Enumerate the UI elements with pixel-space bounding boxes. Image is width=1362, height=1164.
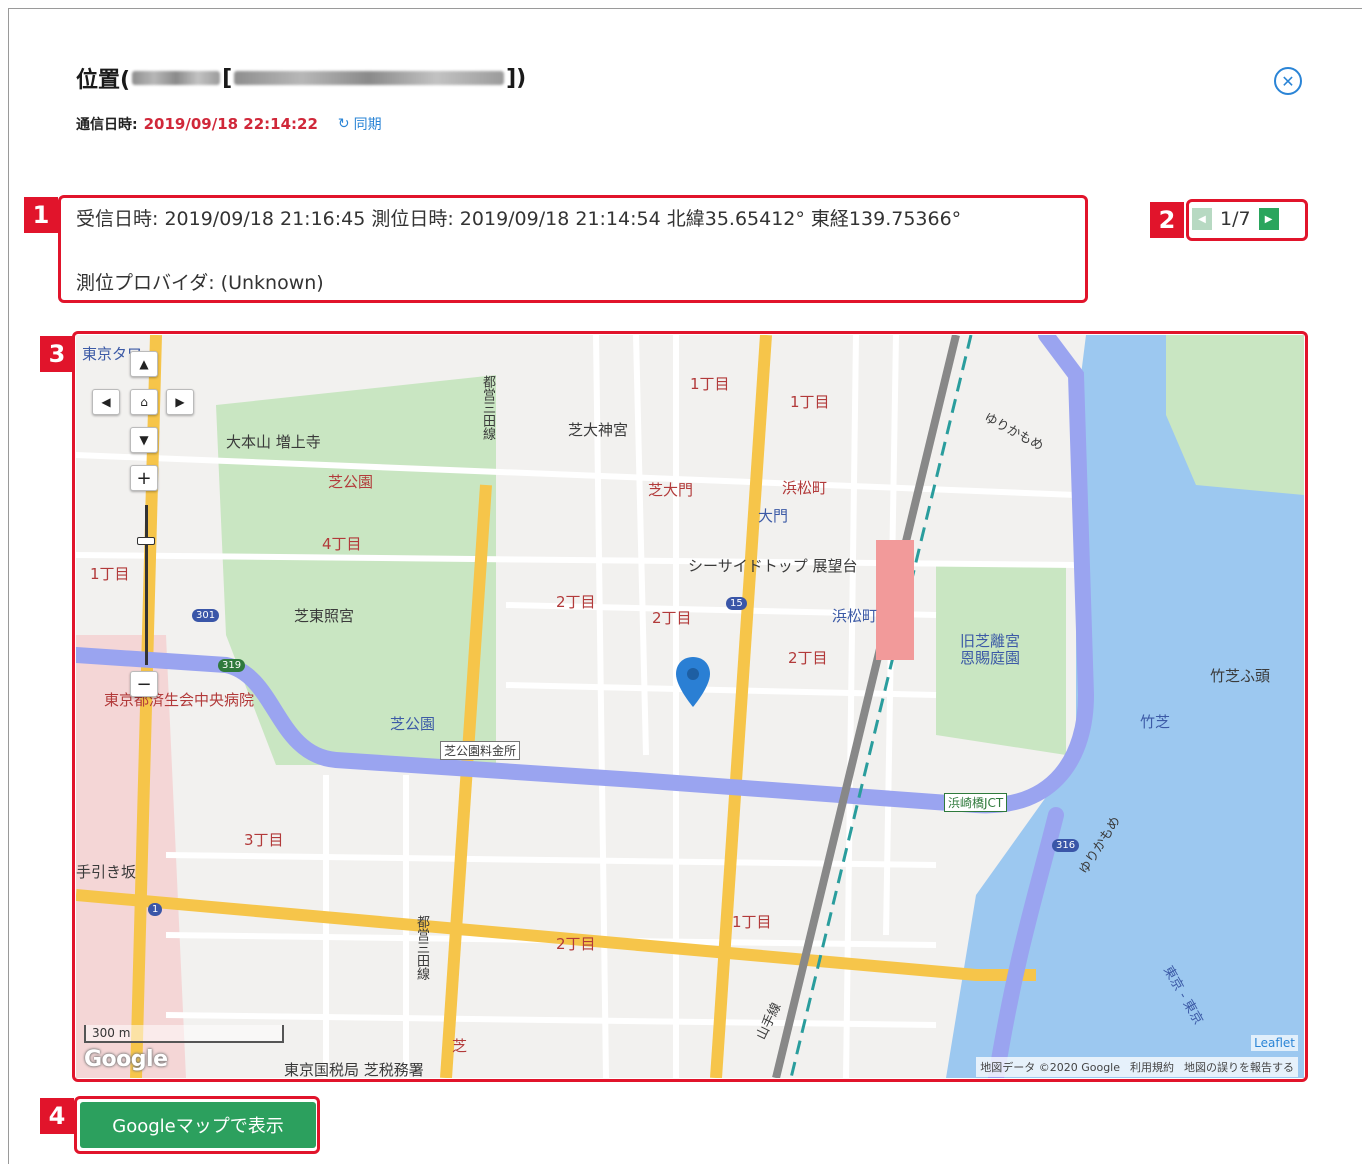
communication-time: 通信日時: 2019/09/18 22:14:22 ↻ 同期: [76, 114, 382, 134]
redacted-device-name: [132, 71, 221, 85]
sync-label: 同期: [353, 117, 382, 133]
title-suffix: ]): [506, 65, 527, 91]
callout-box-3: [72, 331, 1308, 1082]
callout-badge-2: 2: [1150, 202, 1184, 238]
callout-badge-1: 1: [24, 197, 58, 233]
provider-info-line: 測位プロバイダ: (Unknown): [76, 272, 324, 294]
title-prefix: 位置(: [76, 68, 131, 93]
refresh-icon: ↻: [337, 116, 350, 132]
comm-label: 通信日時:: [76, 117, 138, 133]
dialog-title: 位置( [ ]): [76, 62, 526, 94]
close-icon[interactable]: ✕: [1274, 67, 1302, 95]
pager-next-button[interactable]: ▶: [1258, 208, 1279, 230]
open-google-maps-button[interactable]: Googleマップで表示: [80, 1102, 316, 1148]
title-mid: [: [222, 65, 233, 91]
pager-prev-button[interactable]: ◀: [1192, 208, 1212, 230]
comm-time: 2019/09/18 22:14:22: [143, 115, 318, 133]
callout-badge-4: 4: [40, 1098, 74, 1134]
pager-label: 1/7: [1220, 208, 1251, 230]
location-info-line: 受信日時: 2019/09/18 21:16:45 測位日時: 2019/09/…: [76, 208, 962, 230]
pager: ◀ 1/7 ▶: [1192, 206, 1302, 232]
redacted-device-id: [234, 71, 505, 85]
sync-button[interactable]: ↻ 同期: [338, 114, 382, 134]
callout-badge-3: 3: [40, 336, 74, 372]
